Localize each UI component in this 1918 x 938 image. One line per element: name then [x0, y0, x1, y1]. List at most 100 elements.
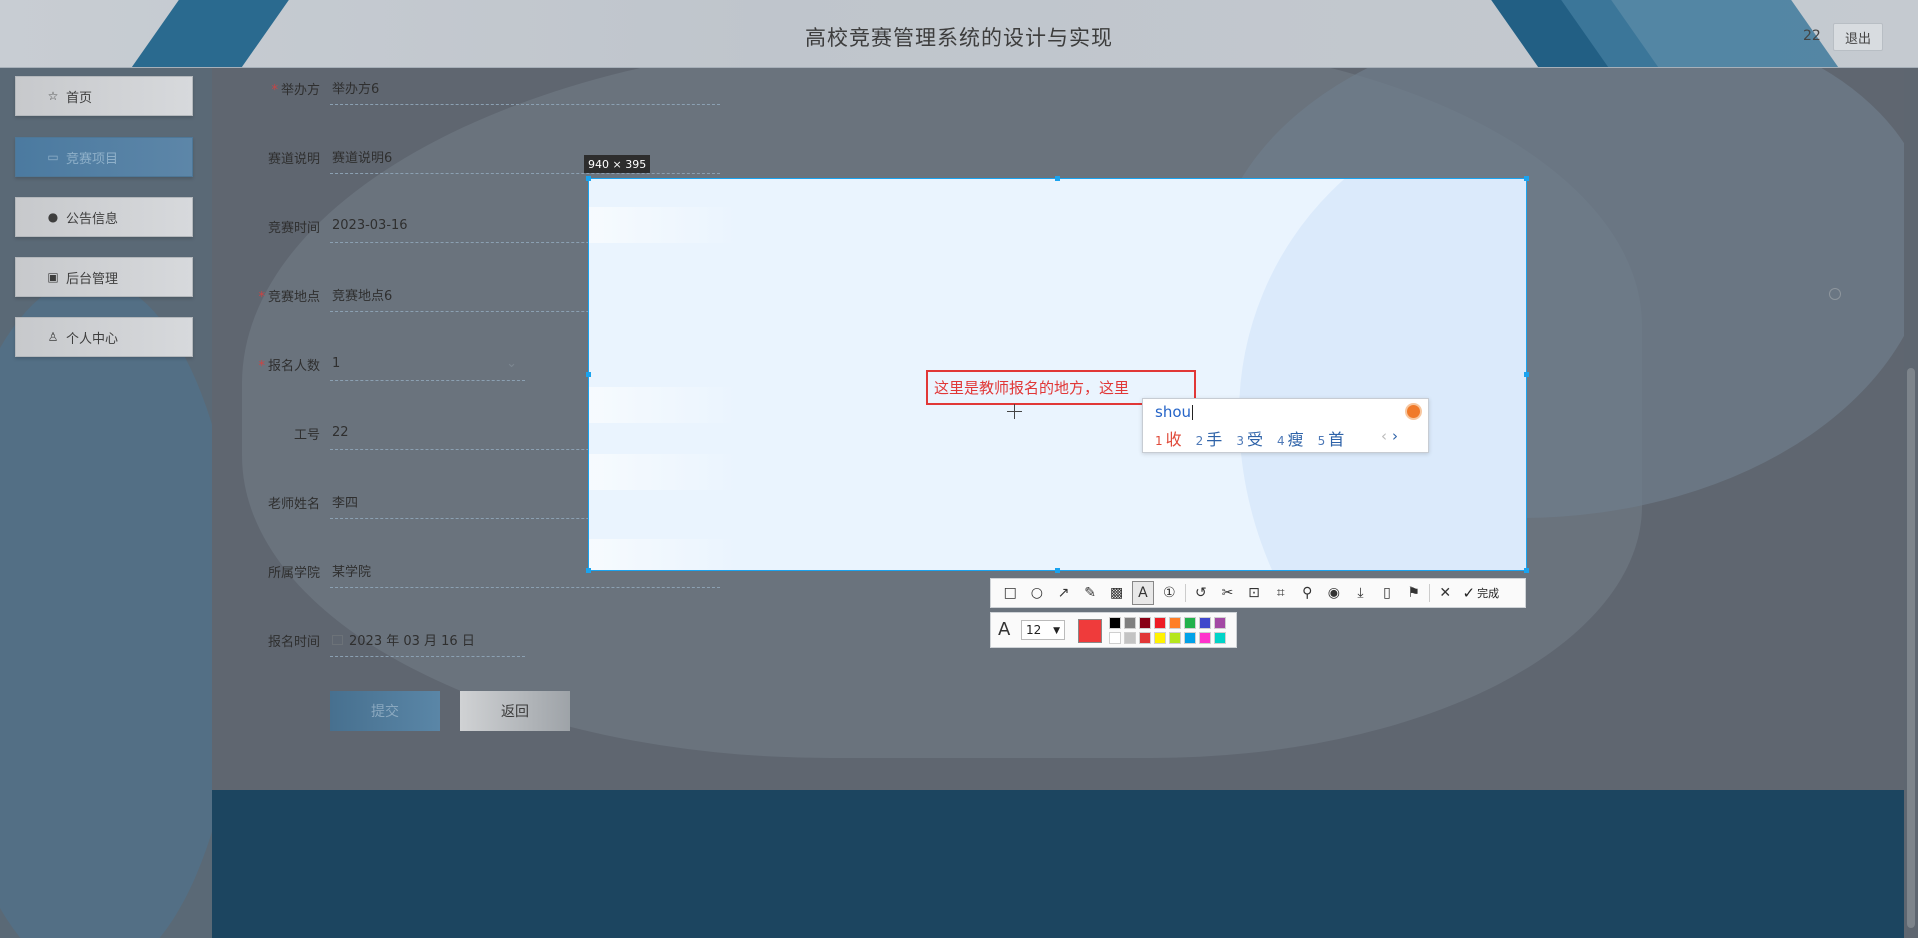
crop-icon[interactable]: ⌗: [1267, 581, 1294, 605]
resize-handle[interactable]: [1524, 568, 1529, 573]
field-label-text: 报名人数: [267, 358, 320, 374]
field-input[interactable]: 举办方6: [330, 71, 720, 105]
color-swatch[interactable]: [1139, 632, 1151, 644]
sidebar-item-label: 后台管理: [66, 271, 119, 287]
color-swatch[interactable]: [1139, 617, 1151, 629]
color-swatch[interactable]: [1184, 632, 1196, 644]
download-icon[interactable]: ⤓: [1347, 581, 1374, 605]
number-tool-icon[interactable]: ①: [1156, 581, 1183, 605]
logout-button[interactable]: 退出: [1833, 23, 1883, 51]
field-label-text: 所属学院: [267, 565, 320, 581]
resize-handle[interactable]: [586, 176, 591, 181]
text-tool-icon[interactable]: A: [1131, 581, 1154, 605]
sidebar-item-0[interactable]: ☆ 首页: [15, 76, 193, 116]
color-swatch[interactable]: [1169, 617, 1181, 629]
arrow-tool-icon[interactable]: ↗: [1050, 581, 1077, 605]
sidebar-item-label: 首页: [66, 90, 93, 106]
field-value: 2023-03-16: [332, 218, 408, 233]
done-button[interactable]: ✓ 完成: [1463, 584, 1500, 602]
clear-icon: [1829, 288, 1841, 300]
font-size-value: 12: [1026, 623, 1042, 637]
color-swatch[interactable]: [1199, 617, 1211, 629]
ocr-icon[interactable]: ⊡: [1241, 581, 1268, 605]
pen-tool-icon[interactable]: ✎: [1077, 581, 1104, 605]
field-input[interactable]: 2023 年 03 月 16 日: [330, 623, 525, 657]
ime-candidate[interactable]: 5首: [1318, 426, 1345, 450]
color-swatch[interactable]: [1124, 632, 1136, 644]
rectangle-tool-icon[interactable]: □: [997, 581, 1024, 605]
color-swatch[interactable]: [1124, 617, 1136, 629]
ime-logo-icon[interactable]: [1405, 403, 1422, 420]
sidebar-decoration: [0, 278, 240, 938]
color-swatch[interactable]: [1109, 632, 1121, 644]
color-swatch[interactable]: [1214, 617, 1226, 629]
color-swatch[interactable]: [1169, 632, 1181, 644]
form-row: 报名时间 2023 年 03 月 16 日: [250, 622, 525, 658]
ime-candidate[interactable]: 2手: [1196, 426, 1223, 450]
color-swatch[interactable]: [1184, 617, 1196, 629]
field-value: 2023 年 03 月 16 日: [349, 634, 475, 649]
scrollbar-thumb[interactable]: [1907, 368, 1915, 928]
bookmark-icon[interactable]: ⚑: [1400, 581, 1427, 605]
ime-candidate-number: 2: [1195, 434, 1204, 448]
ime-candidate-number: 1: [1155, 434, 1163, 448]
font-size-select[interactable]: 12 ▼: [1021, 620, 1065, 640]
resize-handle[interactable]: [1524, 176, 1529, 181]
record-icon[interactable]: ◉: [1321, 581, 1348, 605]
back-button[interactable]: 返回: [460, 691, 570, 731]
resize-handle[interactable]: [586, 568, 591, 573]
ime-prev-page[interactable]: ‹: [1381, 427, 1387, 445]
sidebar-item-2[interactable]: ● 公告信息: [15, 197, 193, 237]
color-swatch[interactable]: [1154, 617, 1166, 629]
ime-candidate-number: 5: [1317, 434, 1326, 448]
close-icon[interactable]: ✕: [1432, 581, 1459, 605]
required-mark: *: [258, 289, 265, 305]
ime-composition-text: shou: [1155, 403, 1192, 421]
resize-handle[interactable]: [1055, 568, 1060, 573]
ime-candidate[interactable]: 3受: [1236, 426, 1263, 450]
color-swatch[interactable]: [1199, 632, 1211, 644]
field-input[interactable]: 赛道说明6: [330, 140, 720, 174]
field-value: 竞赛地点6: [332, 289, 393, 304]
resize-handle[interactable]: [1055, 176, 1060, 181]
ime-candidate[interactable]: 1收: [1155, 426, 1182, 450]
current-color-swatch[interactable]: [1078, 619, 1102, 643]
field-input[interactable]: 1 ⌄: [330, 347, 525, 381]
footer: [212, 790, 1904, 938]
scissors-icon[interactable]: ✂: [1214, 581, 1241, 605]
undo-icon[interactable]: ↺: [1188, 581, 1215, 605]
color-swatch[interactable]: [1109, 617, 1121, 629]
field-label-text: 竞赛地点: [267, 289, 320, 305]
form-row: * 报名人数 1 ⌄: [250, 346, 525, 382]
submit-button[interactable]: 提交: [330, 691, 440, 731]
sidebar-item-1[interactable]: ▭ 竞赛项目: [15, 137, 193, 177]
sidebar-item-4[interactable]: ♙ 个人中心: [15, 317, 193, 357]
field-value: 22: [332, 425, 349, 440]
check-icon: ✓: [1462, 584, 1476, 602]
resize-handle[interactable]: [586, 372, 591, 377]
long-screenshot-icon[interactable]: ▯: [1374, 581, 1401, 605]
color-swatch[interactable]: [1154, 632, 1166, 644]
ellipse-tool-icon[interactable]: ○: [1024, 581, 1051, 605]
required-mark: *: [271, 82, 278, 98]
toolbar-separator: [1428, 584, 1430, 602]
field-label: 竞赛时间: [250, 217, 330, 236]
ime-candidate[interactable]: 4瘦: [1277, 426, 1304, 450]
sidebar-item-3[interactable]: ▣ 后台管理: [15, 257, 193, 297]
field-label-text: 竞赛时间: [267, 220, 320, 236]
mosaic-tool-icon[interactable]: ▩: [1103, 581, 1130, 605]
ime-next-page[interactable]: ›: [1392, 427, 1398, 445]
ime-pager: ‹ ›: [1381, 427, 1398, 445]
page-scrollbar[interactable]: [1904, 68, 1918, 938]
selection-size-badge: 940 × 395: [584, 155, 651, 173]
field-label-text: 举办方: [280, 82, 320, 98]
username: 22: [1803, 28, 1821, 44]
font-icon: A: [998, 619, 1011, 640]
resize-handle[interactable]: [1524, 372, 1529, 377]
field-label: * 报名人数: [250, 355, 330, 374]
text-options-bar: A 12 ▼: [990, 612, 1237, 648]
color-swatch[interactable]: [1214, 632, 1226, 644]
capture-toolbar: □ ○ ↗ ✎ ▩ A ① ↺ ✂ ⊡ ⌗ ⚲ ◉ ⤓ ▯ ⚑ ✕ ✓ 完成: [990, 578, 1526, 608]
pin-icon[interactable]: ⚲: [1294, 581, 1321, 605]
briefcase-icon: ▣: [47, 270, 59, 284]
